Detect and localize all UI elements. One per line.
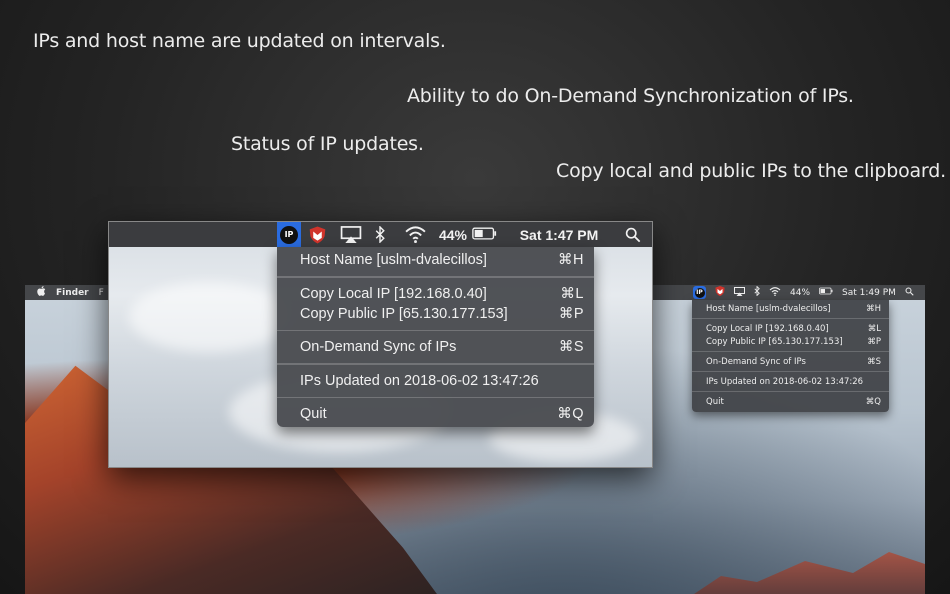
cloud (129, 282, 289, 352)
mcafee-shield-icon[interactable] (306, 222, 328, 247)
small-copy-public-label: Copy Public IP [65.130.177.153] (706, 336, 843, 347)
small-copy-local-shortcut: ⌘L (867, 323, 881, 334)
battery-percent: 44% (438, 226, 468, 243)
small-copy-local-label: Copy Local IP [192.168.0.40] (706, 323, 829, 334)
caption-on-demand: Ability to do On-Demand Synchronization … (407, 85, 854, 107)
quit-label: Quit (300, 406, 327, 422)
small-bluetooth-icon[interactable] (754, 285, 760, 299)
airplay-icon[interactable] (339, 222, 363, 247)
small-wifi-icon[interactable] (769, 286, 781, 299)
on-demand-sync-label: On-Demand Sync of IPs (300, 339, 457, 355)
small-menu-copy-local[interactable]: Copy Local IP [192.168.0.40] ⌘L (692, 322, 889, 335)
small-menu-status: IPs Updated on 2018-06-02 13:47:26 (692, 375, 889, 388)
file-menu-partial[interactable]: F (99, 288, 104, 298)
menu-item-copy-local-ip[interactable]: Copy Local IP [192.168.0.40] ⌘L (277, 284, 594, 304)
menu-separator (277, 276, 594, 278)
small-ip-icon-glyph: IP (694, 287, 705, 298)
small-shield-icon[interactable] (715, 286, 725, 299)
battery-status[interactable]: 44% (438, 222, 498, 247)
small-ip-status-icon[interactable]: IP (693, 286, 706, 299)
ip-dropdown-menu: Host Name [uslm-dvalecillos] ⌘H Copy Loc… (277, 247, 594, 427)
menu-item-copy-public-ip[interactable]: Copy Public IP [65.130.177.153] ⌘P (277, 304, 594, 324)
copy-public-ip-label: Copy Public IP [65.130.177.153] (300, 305, 508, 322)
caption-intervals: IPs and host name are updated on interva… (33, 30, 446, 52)
menu-separator (277, 329, 594, 331)
small-battery-icon (819, 287, 833, 298)
small-menu-separator (692, 351, 889, 352)
small-search-icon[interactable] (905, 287, 914, 299)
host-name-shortcut: ⌘H (558, 252, 584, 268)
ip-status-icon: IP (280, 225, 298, 244)
on-demand-sync-shortcut: ⌘S (558, 339, 584, 355)
small-status-bar: IP 44% Sat 1:49 PM (690, 285, 925, 300)
small-menu-separator (692, 391, 889, 392)
small-copy-public-shortcut: ⌘P (867, 336, 881, 347)
small-airplay-icon[interactable] (734, 286, 745, 299)
update-status-label: IPs Updated on 2018-06-02 13:47:26 (300, 372, 539, 389)
caption-clipboard: Copy local and public IPs to the clipboa… (556, 160, 946, 182)
menu-item-on-demand-sync[interactable]: On-Demand Sync of IPs ⌘S (277, 337, 594, 357)
small-menu-separator (692, 318, 889, 319)
wifi-icon[interactable] (402, 222, 428, 247)
small-battery-text[interactable]: 44% (790, 288, 810, 298)
small-sync-shortcut: ⌘S (867, 356, 881, 367)
small-sync-label: On-Demand Sync of IPs (706, 356, 806, 367)
small-quit-shortcut: ⌘Q (865, 396, 881, 407)
finder-menu[interactable]: Finder (56, 288, 89, 298)
copy-local-ip-label: Copy Local IP [192.168.0.40] (300, 285, 487, 302)
menubar-clock[interactable]: Sat 1:47 PM (514, 222, 604, 247)
small-host-name-label: Host Name [uslm-dvalecillos] (706, 303, 831, 314)
battery-icon (472, 226, 497, 243)
menu-item-update-status: IPs Updated on 2018-06-02 13:47:26 (277, 371, 594, 391)
host-name-label: Host Name [uslm-dvalecillos] (300, 252, 487, 268)
menu-item-quit[interactable]: Quit ⌘Q (277, 404, 594, 424)
small-menu-copy-public[interactable]: Copy Public IP [65.130.177.153] ⌘P (692, 335, 889, 348)
small-menu-sync[interactable]: On-Demand Sync of IPs ⌘S (692, 355, 889, 368)
ridge-wallpaper (685, 552, 925, 594)
small-host-name-shortcut: ⌘H (866, 303, 881, 314)
small-menu-host-name[interactable]: Host Name [uslm-dvalecillos] ⌘H (692, 302, 889, 315)
quit-shortcut: ⌘Q (557, 406, 584, 422)
apple-icon[interactable] (37, 286, 46, 299)
spotlight-search-icon[interactable] (621, 222, 645, 247)
copy-local-ip-shortcut: ⌘L (560, 285, 584, 302)
small-menu-separator (692, 371, 889, 372)
zoomed-screenshot-window: IP 44% Sat 1:47 PM Host Name [uslm-dvale… (108, 221, 653, 468)
small-quit-label: Quit (706, 396, 724, 407)
menu-item-host-name[interactable]: Host Name [uslm-dvalecillos] ⌘H (277, 250, 594, 270)
bluetooth-icon[interactable] (372, 222, 388, 247)
menu-separator (277, 396, 594, 398)
small-ip-menu: Host Name [uslm-dvalecillos] ⌘H Copy Loca… (692, 300, 889, 412)
small-clock[interactable]: Sat 1:49 PM (842, 288, 896, 298)
small-status-label: IPs Updated on 2018-06-02 13:47:26 (706, 376, 864, 387)
small-menu-quit[interactable]: Quit ⌘Q (692, 395, 889, 408)
menu-separator (277, 363, 594, 365)
caption-status: Status of IP updates. (231, 133, 424, 155)
big-menubar: IP 44% Sat 1:47 PM (109, 222, 652, 247)
copy-public-ip-shortcut: ⌘P (558, 305, 584, 322)
ip-status-menu-extra[interactable]: IP (277, 222, 301, 247)
